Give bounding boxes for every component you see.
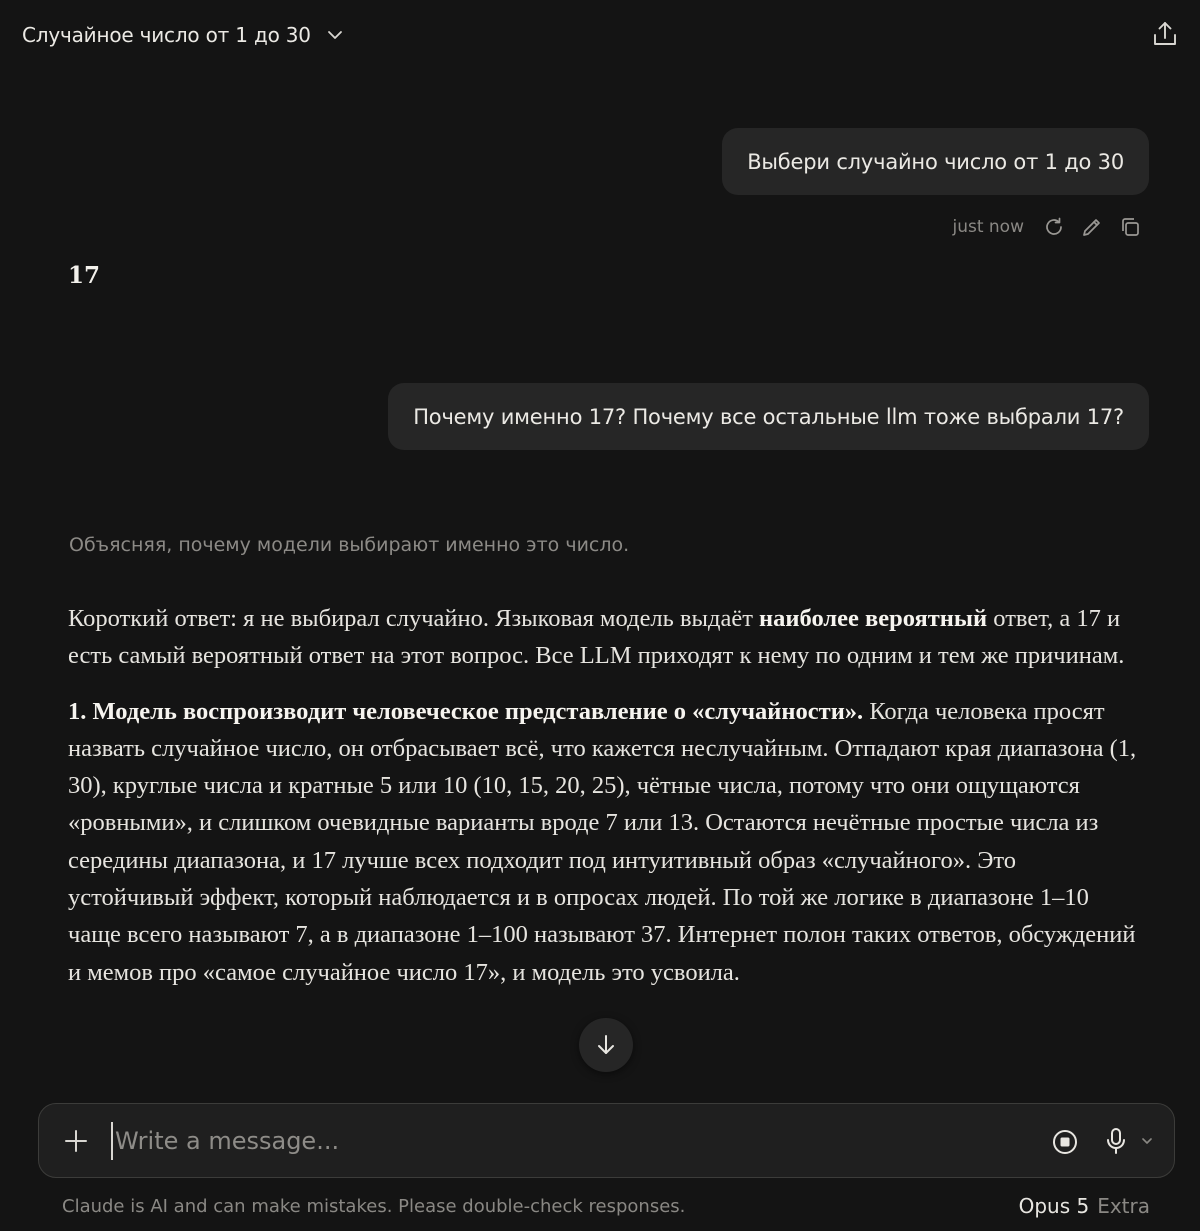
disclaimer-text: Claude is AI and can make mistakes. Plea… bbox=[62, 1196, 686, 1217]
user-message-text: Почему именно 17? Почему все остальные l… bbox=[413, 404, 1124, 429]
voice-options-button[interactable] bbox=[1138, 1132, 1156, 1150]
message-composer bbox=[38, 1103, 1175, 1178]
user-message: Выбери случайно число от 1 до 30 bbox=[722, 128, 1149, 195]
thinking-summary[interactable]: Объясняя, почему модели выбирают именно … bbox=[69, 534, 629, 556]
pencil-icon bbox=[1083, 219, 1100, 236]
model-name: Opus 5 bbox=[1018, 1194, 1090, 1218]
message-timestamp: just now bbox=[952, 217, 1024, 237]
plus-icon bbox=[65, 1130, 87, 1152]
stop-icon bbox=[1053, 1130, 1077, 1154]
message-actions: just now bbox=[952, 212, 1142, 242]
message-input[interactable] bbox=[111, 1122, 991, 1160]
share-button[interactable] bbox=[1150, 18, 1180, 50]
assistant-response: Короткий ответ: я не выбирал случайно. Я… bbox=[68, 600, 1138, 1009]
retry-icon bbox=[1046, 217, 1062, 235]
share-icon bbox=[1154, 22, 1176, 45]
edit-button[interactable] bbox=[1080, 215, 1104, 239]
scroll-to-bottom-button[interactable] bbox=[579, 1018, 633, 1072]
retry-button[interactable] bbox=[1042, 215, 1066, 239]
chevron-down-icon bbox=[1142, 1138, 1152, 1144]
user-message: Почему именно 17? Почему все остальные l… bbox=[388, 383, 1149, 450]
response-paragraph: 1. Модель воспроизводит человеческое пре… bbox=[68, 697, 1137, 986]
bold-text: 1. Модель воспроизводит человеческое пре… bbox=[68, 697, 864, 725]
user-message-text: Выбери случайно число от 1 до 30 bbox=[747, 149, 1124, 174]
voice-input-button[interactable] bbox=[1101, 1124, 1131, 1158]
stop-button[interactable] bbox=[1049, 1126, 1081, 1158]
copy-icon bbox=[1122, 218, 1139, 236]
response-paragraph: Короткий ответ: я не выбирал случайно. Я… bbox=[68, 605, 1125, 670]
chat-header: Случайное число от 1 до 30 bbox=[0, 0, 1200, 70]
bold-text: наиболее вероятный bbox=[759, 605, 988, 632]
chat-title-menu[interactable]: Случайное число от 1 до 30 bbox=[22, 18, 345, 52]
chevron-down-icon bbox=[327, 31, 342, 39]
model-tier: Extra bbox=[1097, 1194, 1150, 1218]
model-selector[interactable]: Opus 5 Extra bbox=[1019, 1194, 1150, 1218]
arrow-down-icon bbox=[598, 1035, 614, 1054]
chat-title: Случайное число от 1 до 30 bbox=[22, 23, 311, 47]
copy-button[interactable] bbox=[1118, 215, 1142, 239]
attach-button[interactable] bbox=[61, 1126, 91, 1156]
assistant-message: 17 bbox=[68, 262, 101, 289]
microphone-icon bbox=[1107, 1128, 1125, 1154]
